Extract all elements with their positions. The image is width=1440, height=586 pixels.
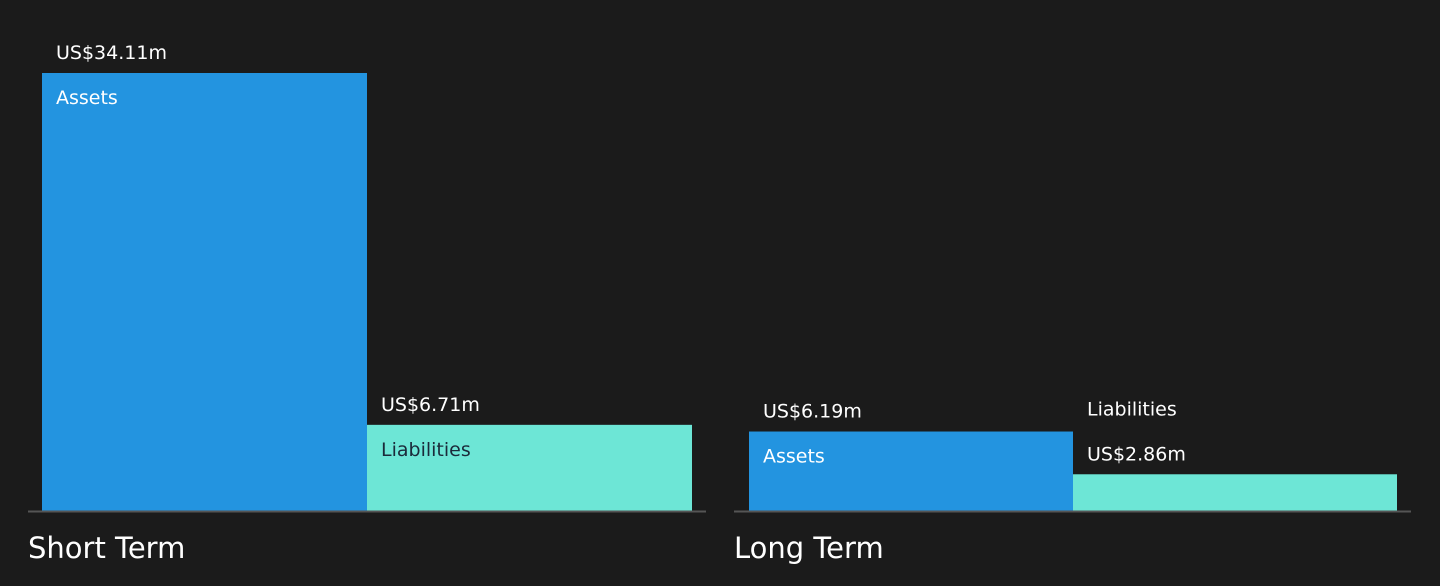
long-term-panel bbox=[734, 431, 1411, 513]
category-label-liabilities: Liabilities bbox=[1087, 398, 1177, 420]
panel-title: Long Term bbox=[734, 531, 884, 565]
category-label-assets: Assets bbox=[763, 446, 825, 468]
value-label-assets: US$6.19m bbox=[763, 401, 862, 423]
category-label-liabilities: Liabilities bbox=[381, 439, 471, 461]
value-label-assets: US$34.11m bbox=[56, 42, 167, 64]
bar-assets bbox=[749, 431, 1073, 511]
balance-chart: US$34.11m Assets US$6.71m Liabilities Short … bbox=[0, 0, 1440, 586]
panel-title: Short Term bbox=[28, 531, 185, 565]
value-label-liabilities: US$6.71m bbox=[381, 394, 480, 416]
category-label-assets: Assets bbox=[56, 87, 118, 109]
chart-canvas: US$34.11m Assets US$6.71m Liabilities Short … bbox=[28, 42, 1411, 565]
bar-liabilities bbox=[367, 424, 692, 511]
bar-liabilities bbox=[1073, 474, 1397, 511]
value-label-liabilities: US$2.86m bbox=[1087, 443, 1186, 465]
bar-assets bbox=[42, 73, 367, 511]
short-term-panel bbox=[28, 73, 706, 513]
